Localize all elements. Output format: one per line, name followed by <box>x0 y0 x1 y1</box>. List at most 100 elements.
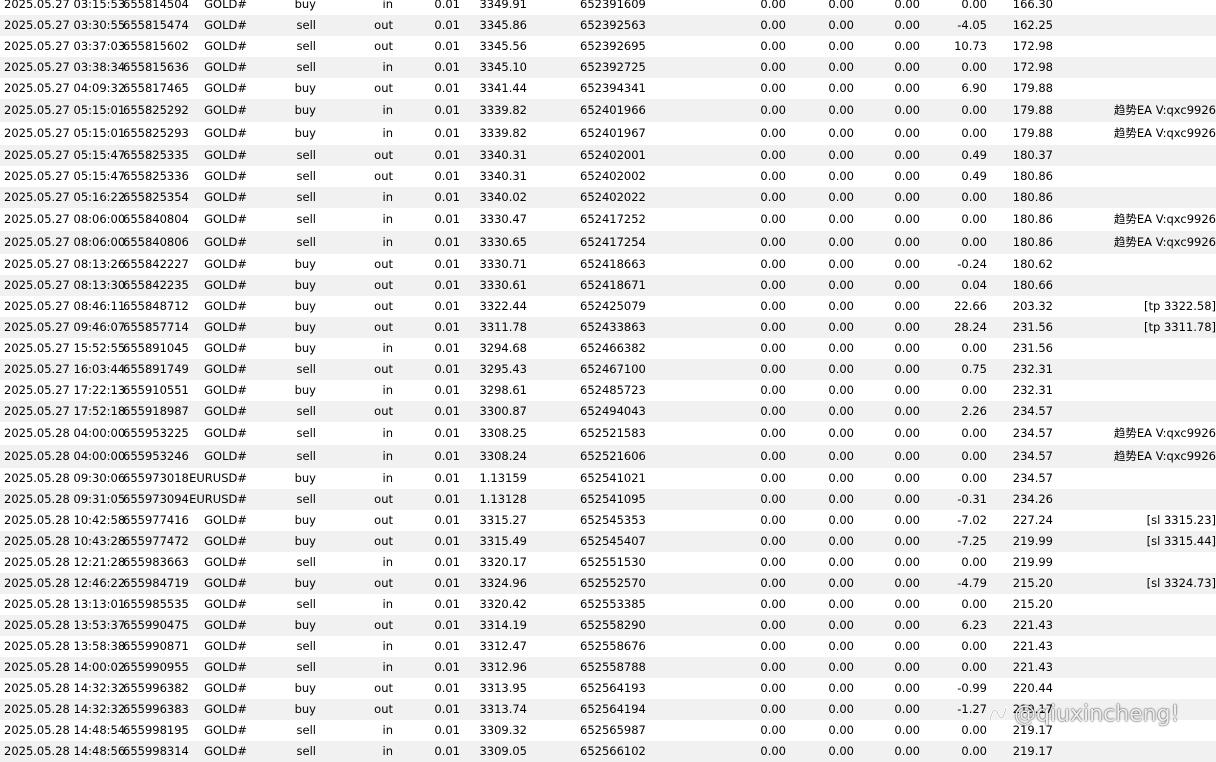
volume-cell: 0.01 <box>434 702 460 716</box>
commission-cell: 0.00 <box>760 555 786 569</box>
commission-cell: 0.00 <box>760 744 786 758</box>
volume-cell: 0.01 <box>434 471 460 485</box>
symbol-cell: GOLD# <box>204 60 247 74</box>
profit-cell: 0.00 <box>961 555 987 569</box>
commission-cell: 0.00 <box>760 81 786 95</box>
deal-cell: 655814504 <box>123 0 189 11</box>
table-row[interactable]: 2025.05.28 14:00:02 655990955 GOLD# sell in 0… <box>0 657 1216 678</box>
fee-cell: 0.00 <box>828 404 854 418</box>
table-row[interactable]: 2025.05.28 14:48:56 655998314 GOLD# sell in 0… <box>0 741 1216 762</box>
commission-cell: 0.00 <box>760 235 786 249</box>
deal-cell: 655977472 <box>123 534 189 548</box>
table-row[interactable]: 2025.05.28 04:00:00 655953246 GOLD# sell in 0… <box>0 445 1216 468</box>
time-cell: 2025.05.27 05:15:47 <box>4 169 126 183</box>
symbol-cell: GOLD# <box>204 618 247 632</box>
table-row[interactable]: 2025.05.28 13:53:37 655990475 GOLD# buy out 0… <box>0 615 1216 636</box>
volume-cell: 0.01 <box>434 534 460 548</box>
volume-cell: 0.01 <box>434 492 460 506</box>
price-cell: 3320.42 <box>479 597 527 611</box>
price-cell: 3312.96 <box>479 660 527 674</box>
volume-cell: 0.01 <box>434 299 460 313</box>
profit-cell: -4.79 <box>957 576 987 590</box>
table-row[interactable]: 2025.05.27 03:30:55 655815474 GOLD# sell out… <box>0 15 1216 36</box>
order-cell: 652392695 <box>580 39 646 53</box>
profit-cell: -4.05 <box>957 18 987 32</box>
price-cell: 3339.82 <box>479 103 527 117</box>
swap-cell: 0.00 <box>894 492 920 506</box>
deal-cell: 655840806 <box>123 235 189 249</box>
table-row[interactable]: 2025.05.28 13:13:01 655985535 GOLD# sell in 0… <box>0 594 1216 615</box>
deal-cell: 655815636 <box>123 60 189 74</box>
price-cell: 3309.32 <box>479 723 527 737</box>
table-row[interactable]: 2025.05.28 14:32:32 655996382 GOLD# buy out 0… <box>0 678 1216 699</box>
table-row[interactable]: 2025.05.28 10:43:28 655977472 GOLD# buy out 0… <box>0 531 1216 552</box>
table-row[interactable]: 2025.05.28 10:42:58 655977416 GOLD# buy out 0… <box>0 510 1216 531</box>
table-row[interactable]: 2025.05.27 17:52:18 655918987 GOLD# sell out… <box>0 401 1216 422</box>
table-row[interactable]: 2025.05.28 12:46:22 655984719 GOLD# buy out 0… <box>0 573 1216 594</box>
order-cell: 652545407 <box>580 534 646 548</box>
balance-cell: 219.99 <box>1012 534 1053 548</box>
commission-cell: 0.00 <box>760 320 786 334</box>
time-cell: 2025.05.28 12:46:22 <box>4 576 126 590</box>
table-row[interactable]: 2025.05.27 08:46:11 655848712 GOLD# buy out 0… <box>0 296 1216 317</box>
comment-cell: [sl 3315.23] <box>1146 513 1216 527</box>
table-row[interactable]: 2025.05.28 12:21:28 655983663 GOLD# sell in 0… <box>0 552 1216 573</box>
price-cell: 3312.47 <box>479 639 527 653</box>
time-cell: 2025.05.27 09:46:07 <box>4 320 126 334</box>
profit-cell: 6.23 <box>961 618 987 632</box>
table-row[interactable]: 2025.05.27 03:37:03 655815602 GOLD# sell out… <box>0 36 1216 57</box>
fee-cell: 0.00 <box>828 148 854 162</box>
symbol-cell: GOLD# <box>204 126 247 140</box>
table-row[interactable]: 2025.05.27 05:15:47 655825336 GOLD# sell out… <box>0 166 1216 187</box>
commission-cell: 0.00 <box>760 299 786 313</box>
table-row[interactable]: 2025.05.28 04:00:00 655953225 GOLD# sell in 0… <box>0 422 1216 445</box>
table-row[interactable]: 2025.05.27 05:15:01 655825292 GOLD# buy in 0.… <box>0 99 1216 122</box>
symbol-cell: GOLD# <box>204 148 247 162</box>
table-row[interactable]: 2025.05.27 15:52:55 655891045 GOLD# buy in 0.… <box>0 338 1216 359</box>
direction-cell: in <box>382 103 393 117</box>
price-cell: 3345.86 <box>479 18 527 32</box>
table-row[interactable]: 2025.05.27 03:15:53 655814504 GOLD# buy in 0.… <box>0 0 1216 15</box>
time-cell: 2025.05.27 05:15:01 <box>4 126 126 140</box>
commission-cell: 0.00 <box>760 103 786 117</box>
commission-cell: 0.00 <box>760 126 786 140</box>
swap-cell: 0.00 <box>894 341 920 355</box>
direction-cell: in <box>382 597 393 611</box>
table-row[interactable]: 2025.05.27 08:13:26 655842227 GOLD# buy out 0… <box>0 254 1216 275</box>
order-cell: 652401967 <box>580 126 646 140</box>
table-row[interactable]: 2025.05.27 05:16:22 655825354 GOLD# sell in 0… <box>0 187 1216 208</box>
swap-cell: 0.00 <box>894 618 920 632</box>
volume-cell: 0.01 <box>434 60 460 74</box>
table-row[interactable]: 2025.05.27 17:22:13 655910551 GOLD# buy in 0.… <box>0 380 1216 401</box>
price-cell: 3313.95 <box>479 681 527 695</box>
table-row[interactable]: 2025.05.27 08:06:00 655840806 GOLD# sell in 0… <box>0 231 1216 254</box>
direction-cell: out <box>374 618 393 632</box>
table-row[interactable]: 2025.05.28 09:30:06 655973018 EURUSD# buy in… <box>0 468 1216 489</box>
direction-cell: out <box>374 681 393 695</box>
balance-cell: 179.88 <box>1012 81 1053 95</box>
symbol-cell: GOLD# <box>204 576 247 590</box>
table-row[interactable]: 2025.05.27 05:15:01 655825293 GOLD# buy in 0.… <box>0 122 1216 145</box>
type-cell: buy <box>294 320 316 334</box>
symbol-cell: GOLD# <box>204 235 247 249</box>
table-row[interactable]: 2025.05.27 08:13:30 655842235 GOLD# buy out 0… <box>0 275 1216 296</box>
time-cell: 2025.05.28 04:00:00 <box>4 449 126 463</box>
profit-cell: 0.00 <box>961 103 987 117</box>
table-row[interactable]: 2025.05.27 05:15:47 655825335 GOLD# sell out… <box>0 145 1216 166</box>
balance-cell: 180.86 <box>1012 169 1053 183</box>
volume-cell: 0.01 <box>434 320 460 334</box>
table-row[interactable]: 2025.05.27 08:06:00 655840804 GOLD# sell in 0… <box>0 208 1216 231</box>
profit-cell: 0.00 <box>961 471 987 485</box>
table-row[interactable]: 2025.05.27 04:09:32 655817465 GOLD# buy out 0… <box>0 78 1216 99</box>
profit-cell: 0.00 <box>961 449 987 463</box>
table-row[interactable]: 2025.05.27 16:03:44 655891749 GOLD# sell out… <box>0 359 1216 380</box>
deal-cell: 655973094 <box>123 492 189 506</box>
table-row[interactable]: 2025.05.28 13:58:38 655990871 GOLD# sell in 0… <box>0 636 1216 657</box>
type-cell: buy <box>294 618 316 632</box>
time-cell: 2025.05.28 10:42:58 <box>4 513 126 527</box>
table-row[interactable]: 2025.05.27 09:46:07 655857714 GOLD# buy out 0… <box>0 317 1216 338</box>
swap-cell: 0.00 <box>894 597 920 611</box>
table-row[interactable]: 2025.05.28 09:31:05 655973094 EURUSD# sell o… <box>0 489 1216 510</box>
fee-cell: 0.00 <box>828 362 854 376</box>
table-row[interactable]: 2025.05.27 03:38:34 655815636 GOLD# sell in 0… <box>0 57 1216 78</box>
